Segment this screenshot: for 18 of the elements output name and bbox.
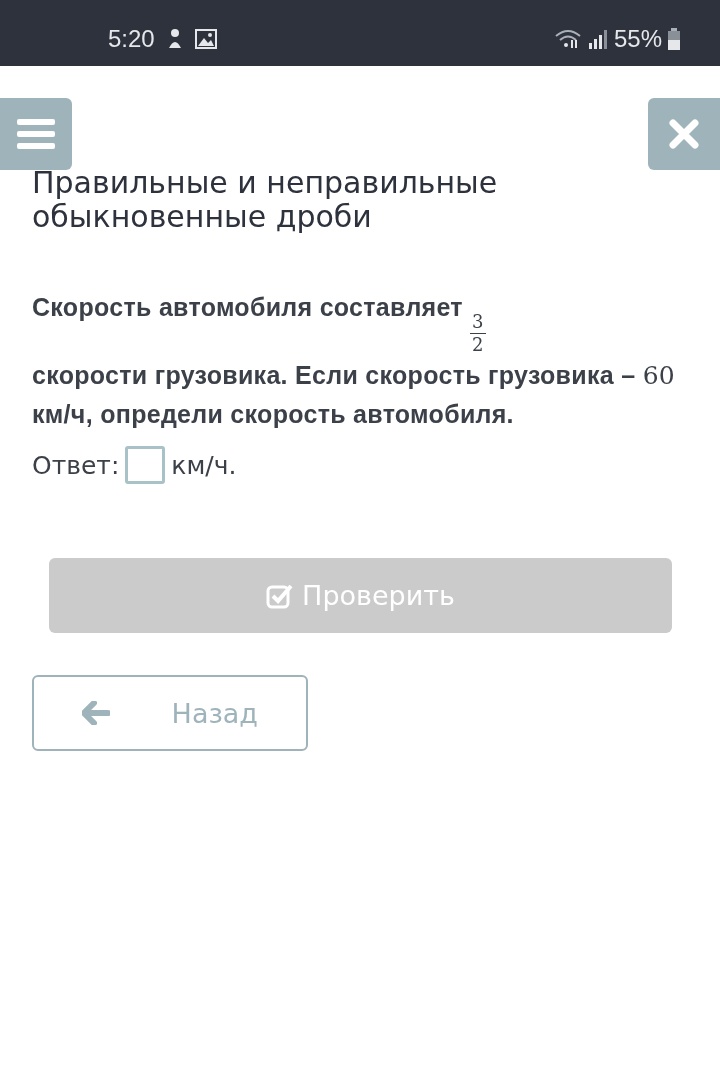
- signal-icon: [587, 29, 608, 49]
- checkbox-icon: [266, 582, 295, 609]
- image-icon: [194, 29, 217, 49]
- question-text: Скорость автомобиля составляет 3 2 скорости грузовика. Если скорость грузовика – 60 км/ч, определи скорость автомобиля.: [32, 292, 677, 430]
- back-button[interactable]: Назад: [32, 675, 308, 751]
- unit-label: км/ч.: [171, 450, 237, 480]
- battery-percent: 55%: [613, 25, 662, 53]
- menu-icon: [17, 119, 55, 149]
- answer-label: Ответ:: [32, 450, 120, 480]
- menu-button[interactable]: [0, 98, 72, 170]
- lesson-title: Правильные и неправильные обыкновенные дроби: [32, 166, 499, 234]
- battery-icon: [668, 28, 680, 50]
- wifi-icon: [553, 28, 582, 50]
- arrow-left-icon: [82, 701, 110, 725]
- status-time: 5:20: [108, 25, 155, 53]
- answer-field[interactable]: [125, 446, 166, 484]
- close-button[interactable]: [648, 98, 720, 170]
- close-icon: [669, 119, 699, 149]
